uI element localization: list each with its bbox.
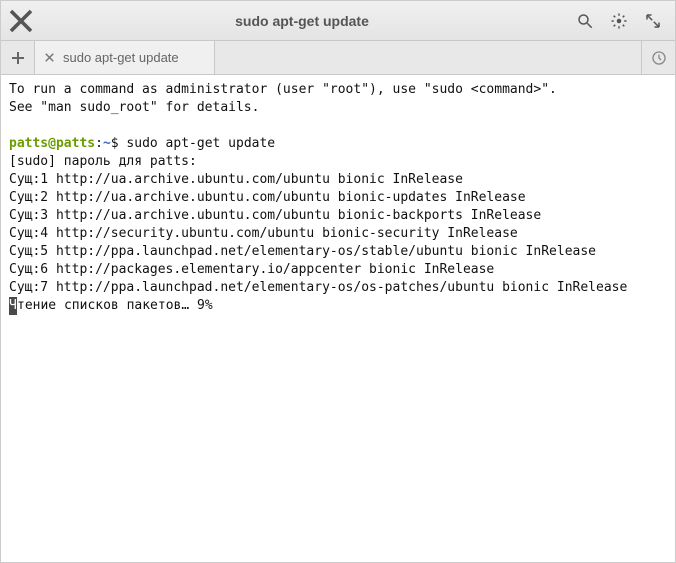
cursor: Ч (9, 297, 17, 315)
maximize-button[interactable] (639, 7, 667, 35)
window-title: sudo apt-get update (39, 13, 565, 29)
output-line: Сущ:1 http://ua.archive.ubuntu.com/ubunt… (9, 172, 463, 187)
gear-icon (610, 12, 628, 30)
maximize-icon (644, 12, 662, 30)
settings-button[interactable] (605, 7, 633, 35)
prompt-at: @ (48, 136, 56, 151)
close-icon (9, 9, 33, 33)
tabbar-spacer (215, 41, 641, 74)
history-button[interactable] (641, 41, 675, 74)
search-button[interactable] (571, 7, 599, 35)
output-line: Сущ:6 http://packages.elementary.io/appc… (9, 262, 494, 277)
prompt-path: ~ (103, 136, 111, 151)
prompt-user: patts (9, 136, 48, 151)
prompt-colon: : (95, 136, 103, 151)
output-line: Сущ:2 http://ua.archive.ubuntu.com/ubunt… (9, 190, 526, 205)
new-tab-button[interactable] (1, 41, 35, 74)
close-icon (45, 53, 54, 62)
terminal-output[interactable]: To run a command as administrator (user … (1, 75, 675, 562)
intro-line: To run a command as administrator (user … (9, 82, 557, 97)
output-line: Сущ:7 http://ppa.launchpad.net/elementar… (9, 280, 627, 295)
history-icon (651, 50, 667, 66)
output-line: Сущ:5 http://ppa.launchpad.net/elementar… (9, 244, 596, 259)
output-line: Сущ:3 http://ua.archive.ubuntu.com/ubunt… (9, 208, 541, 223)
command-text: sudo apt-get update (126, 136, 275, 151)
tab-close-button[interactable] (41, 51, 57, 65)
titlebar: sudo apt-get update (1, 1, 675, 41)
sudo-prompt: [sudo] пароль для patts: (9, 154, 197, 169)
tab-label: sudo apt-get update (63, 50, 179, 65)
prompt-host: patts (56, 136, 95, 151)
close-button[interactable] (9, 9, 33, 33)
prompt-symbol: $ (111, 136, 119, 151)
intro-line: See "man sudo_root" for details. (9, 100, 259, 115)
search-icon (576, 12, 594, 30)
tab-active[interactable]: sudo apt-get update (35, 41, 215, 74)
output-line: Сущ:4 http://security.ubuntu.com/ubuntu … (9, 226, 518, 241)
tabbar: sudo apt-get update (1, 41, 675, 75)
progress-text: тение списков пакетов… 9% (17, 298, 213, 313)
plus-icon (11, 51, 25, 65)
